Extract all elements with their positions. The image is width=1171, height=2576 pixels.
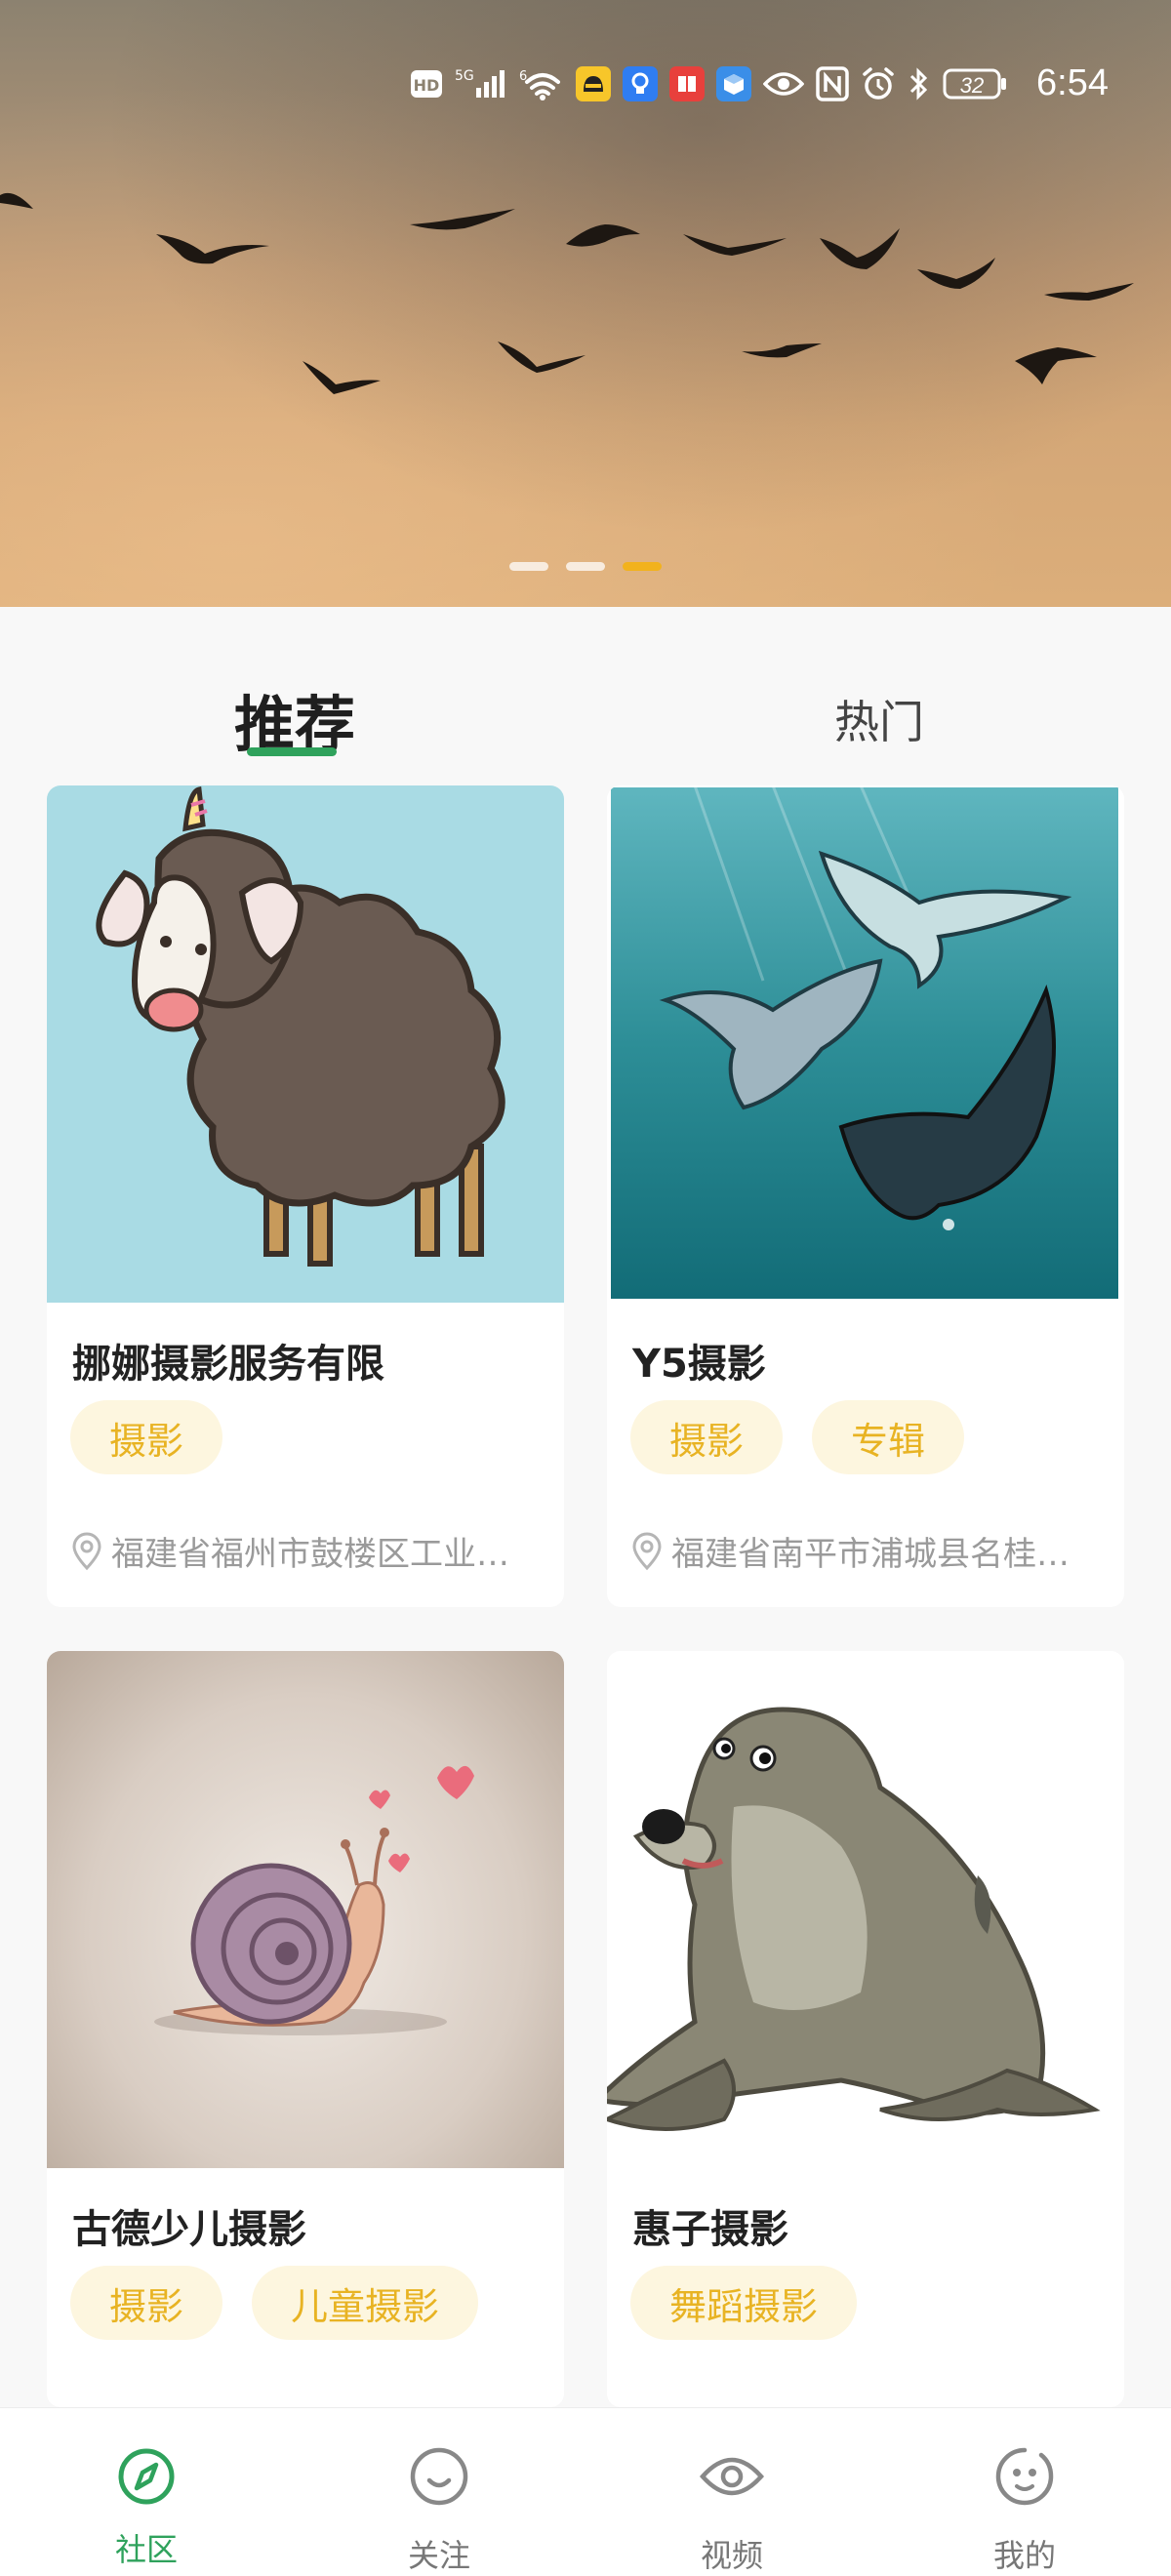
bulb-notification-icon: [623, 66, 658, 101]
book-notification-icon: [669, 66, 705, 101]
tab-hot[interactable]: 热门: [834, 687, 924, 751]
status-icons: HD 5G 6 32: [410, 64, 1007, 103]
card-title: 惠子摄影: [632, 2207, 788, 2252]
alarm-icon: [861, 64, 896, 103]
nav-label: 视频: [700, 2537, 763, 2574]
nfc-icon: [816, 64, 849, 103]
network-label: HD: [414, 76, 440, 95]
studio-card[interactable]: 惠子摄影 舞蹈摄影: [607, 1651, 1124, 2407]
tag[interactable]: 专辑: [812, 1400, 965, 1474]
tag[interactable]: 舞蹈摄影: [630, 2266, 858, 2340]
card-location: 福建省福州市鼓楼区工业…: [70, 1527, 548, 1575]
carousel-dot-active[interactable]: [623, 562, 662, 571]
hd-icon: HD: [410, 64, 443, 103]
app-notification-icon: [576, 66, 611, 101]
nav-community[interactable]: 社区: [0, 2408, 293, 2576]
nav-profile[interactable]: 我的: [878, 2408, 1171, 2576]
tag[interactable]: 摄影: [70, 1400, 223, 1474]
eye-comfort-icon: [763, 64, 804, 103]
smile-icon: [408, 2445, 470, 2512]
sheep-illustration: [47, 785, 564, 1303]
cube-notification-icon: [716, 66, 751, 101]
carousel-indicator: [0, 562, 1171, 571]
studio-card[interactable]: 挪娜摄影服务有限 摄影 福建省福州市鼓楼区工业…: [47, 785, 564, 1607]
cell-signal-icon: 5G: [455, 64, 507, 103]
location-pin-icon: [632, 1532, 662, 1570]
tab-bar: 推荐 热门: [0, 607, 1171, 783]
card-title: 古德少儿摄影: [72, 2207, 306, 2252]
tag-list: 舞蹈摄影: [630, 2266, 858, 2340]
tag-list: 摄影 儿童摄影: [70, 2266, 479, 2340]
active-tab-indicator: [247, 747, 337, 756]
nav-follow[interactable]: 关注: [293, 2408, 586, 2576]
nav-label: 关注: [407, 2537, 470, 2574]
tag[interactable]: 儿童摄影: [252, 2266, 479, 2340]
compass-icon: [115, 2445, 178, 2512]
studio-card[interactable]: Y5摄影 摄影 专辑 福建省南平市浦城县名桂…: [607, 785, 1124, 1607]
bottom-navigation: 社区 关注 视频 我的: [0, 2407, 1171, 2576]
status-bar: HD 5G 6 32 6:54: [0, 57, 1171, 119]
location-text: 福建省南平市浦城县名桂…: [671, 1535, 1070, 1574]
tag-list: 摄影 专辑: [630, 1400, 965, 1474]
nav-label: 我的: [992, 2537, 1056, 2574]
snail-illustration: [47, 1651, 564, 2168]
bluetooth-icon: [908, 64, 931, 103]
tag[interactable]: 摄影: [70, 2266, 223, 2340]
clock: 6:54: [1036, 62, 1109, 103]
signal-label: 5G: [455, 68, 474, 84]
seal-illustration: [607, 1651, 1124, 2168]
nav-label: 社区: [114, 2531, 178, 2568]
location-pin-icon: [72, 1532, 101, 1570]
battery-level: 32: [960, 73, 984, 98]
nav-video[interactable]: 视频: [586, 2408, 878, 2576]
card-location: 福建省南平市浦城县名桂…: [630, 1527, 1109, 1575]
location-text: 福建省福州市鼓楼区工业…: [111, 1535, 509, 1574]
face-icon: [993, 2445, 1056, 2512]
card-title: Y5摄影: [632, 1342, 766, 1387]
tag-list: 摄影: [70, 1400, 223, 1474]
studio-card[interactable]: 古德少儿摄影 摄影 儿童摄影: [47, 1651, 564, 2407]
eye-icon: [699, 2445, 765, 2512]
card-title: 挪娜摄影服务有限: [72, 1342, 384, 1387]
carousel-dot[interactable]: [566, 562, 605, 571]
manta-ray-illustration: [607, 785, 1124, 1303]
battery-icon: 32: [943, 64, 1007, 103]
wifi-icon: 6: [519, 64, 564, 103]
carousel-dot[interactable]: [509, 562, 548, 571]
tag[interactable]: 摄影: [630, 1400, 784, 1474]
